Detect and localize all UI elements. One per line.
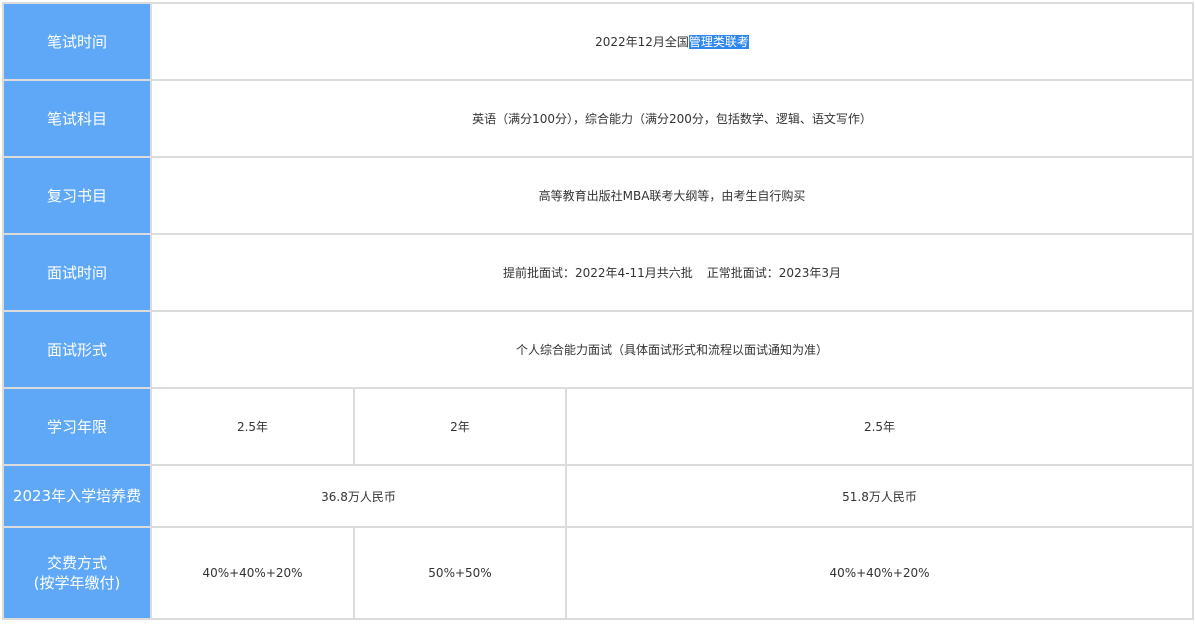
tuition-cell: 51.8万人民币 (564, 464, 1195, 528)
table-row: 2023年入学培养费 36.8万人民币 51.8万人民币 (2, 464, 1195, 528)
study-years-cell: 2年 (353, 387, 567, 466)
review-books-value: 高等教育出版社MBA联考大纲等，由考生自行购买 (149, 156, 1195, 235)
row-label-written-subjects: 笔试科目 (2, 79, 152, 158)
row-label-tuition: 2023年入学培养费 (2, 464, 152, 528)
table-row: 面试时间 提前批面试：2022年4-11月共六批 正常批面试：2023年3月 (2, 233, 1195, 312)
table-row: 复习书目 高等教育出版社MBA联考大纲等，由考生自行购买 (2, 156, 1195, 235)
interview-time-value: 提前批面试：2022年4-11月共六批 正常批面试：2023年3月 (149, 233, 1195, 312)
row-label-review-books: 复习书目 (2, 156, 152, 235)
written-subjects-value: 英语（满分100分），综合能力（满分200分，包括数学、逻辑、语文写作） (149, 79, 1195, 158)
row-label-payment: 交费方式 (按学年缴付) (2, 526, 152, 620)
interview-regular-batch: 正常批面试：2023年3月 (706, 266, 841, 280)
payment-cell: 50%+50% (353, 526, 567, 620)
interview-early-batch: 提前批面试：2022年4-11月共六批 (503, 266, 693, 280)
payment-cell: 40%+40%+20% (150, 526, 355, 620)
row-label-study-years: 学习年限 (2, 387, 152, 466)
row-label-written-time: 笔试时间 (2, 2, 152, 81)
program-info-table: 笔试时间 2022年12月全国管理类联考 笔试科目 英语（满分100分），综合能… (2, 2, 1195, 620)
written-time-value: 2022年12月全国管理类联考 (149, 2, 1195, 81)
study-years-cell: 2.5年 (150, 387, 355, 466)
table-row: 交费方式 (按学年缴付) 40%+40%+20% 50%+50% 40%+40%+… (2, 526, 1195, 620)
interview-form-value: 个人综合能力面试（具体面试形式和流程以面试通知为准） (149, 310, 1195, 389)
row-label-interview-time: 面试时间 (2, 233, 152, 312)
selected-text-highlight[interactable]: 管理类联考 (688, 35, 749, 49)
table-row: 面试形式 个人综合能力面试（具体面试形式和流程以面试通知为准） (2, 310, 1195, 389)
payment-cell: 40%+40%+20% (564, 526, 1195, 620)
written-time-prefix: 2022年12月全国 (595, 35, 689, 49)
payment-label-line1: 交费方式 (46, 554, 107, 572)
row-label-interview-form: 面试形式 (2, 310, 152, 389)
study-years-cell: 2.5年 (564, 387, 1195, 466)
table-row: 学习年限 2.5年 2年 2.5年 (2, 387, 1195, 466)
payment-label-line2: (按学年缴付) (33, 574, 121, 592)
table-row: 笔试时间 2022年12月全国管理类联考 (2, 2, 1195, 81)
tuition-cell: 36.8万人民币 (150, 464, 567, 528)
table-row: 笔试科目 英语（满分100分），综合能力（满分200分，包括数学、逻辑、语文写作… (2, 79, 1195, 158)
